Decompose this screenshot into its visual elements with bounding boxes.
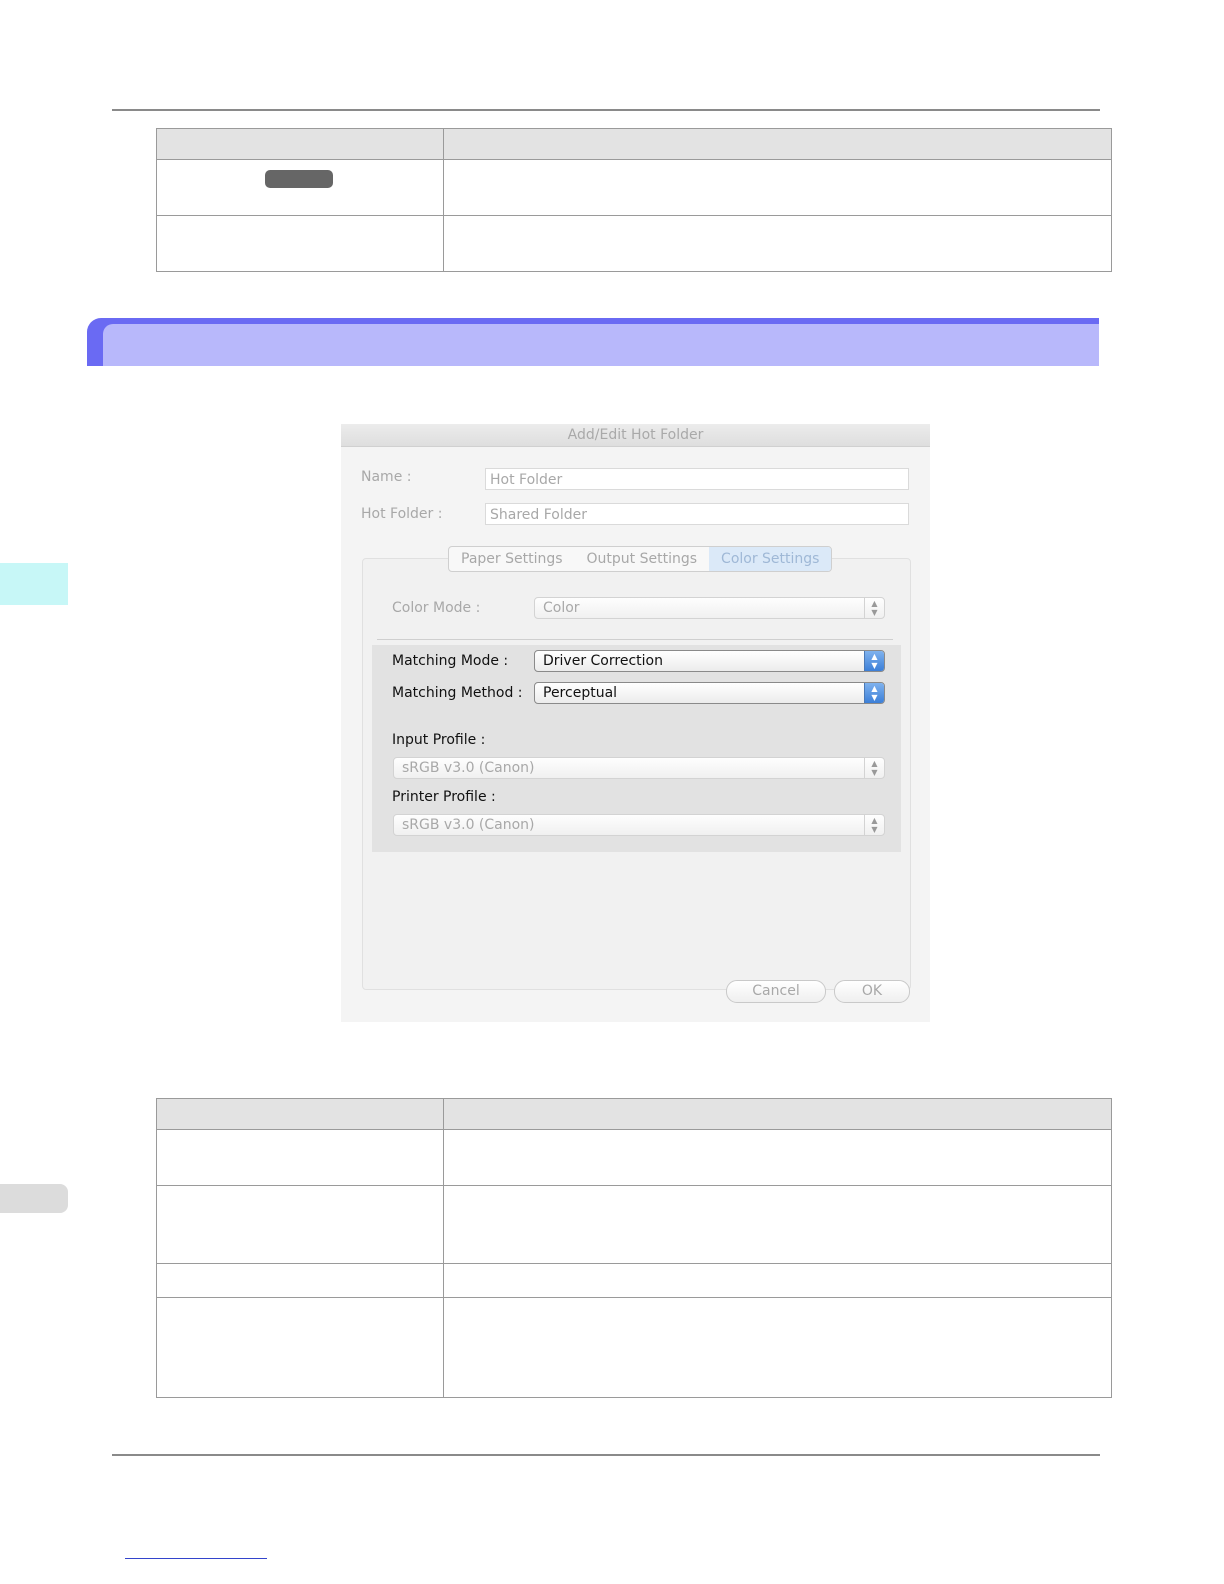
matching-method-value: Perceptual: [543, 685, 618, 701]
table-header-row: [156, 1098, 1112, 1130]
table-row: [156, 159, 1112, 216]
top-rule: [112, 109, 1100, 111]
matching-mode-label: Matching Mode :: [392, 653, 509, 669]
updown-arrows-icon: ▲ ▼: [864, 651, 884, 671]
separator: [377, 639, 893, 640]
name-label: Name :: [361, 469, 412, 485]
color-mode-label: Color Mode :: [392, 600, 481, 616]
table-header-row: [156, 128, 1112, 160]
tab-color-settings[interactable]: Color Settings: [709, 547, 832, 571]
matching-method-select[interactable]: Perceptual ▲ ▼: [534, 682, 885, 704]
matching-mode-select[interactable]: Driver Correction ▲ ▼: [534, 650, 885, 672]
hot-folder-label: Hot Folder :: [361, 506, 443, 522]
name-field[interactable]: Hot Folder: [485, 468, 909, 490]
table-row: [156, 1297, 1112, 1398]
matching-mode-value: Driver Correction: [543, 653, 663, 669]
input-profile-value: sRGB v3.0 (Canon): [402, 760, 535, 776]
cancel-button[interactable]: Cancel: [726, 980, 826, 1003]
top-table: [156, 128, 1112, 272]
button-graphic: [265, 169, 333, 188]
table-row: [156, 1185, 1112, 1264]
table-row: [156, 1263, 1112, 1298]
page-side-tab: [0, 1184, 68, 1213]
updown-arrows-icon: ▲ ▼: [864, 683, 884, 703]
printer-profile-select[interactable]: sRGB v3.0 (Canon) ▲ ▼: [393, 814, 885, 836]
bottom-table: [156, 1098, 1112, 1398]
table-row: [156, 1129, 1112, 1186]
chapter-side-tab: [0, 563, 68, 605]
hot-folder-field[interactable]: Shared Folder: [485, 503, 909, 525]
table-row: [156, 215, 1112, 272]
updown-arrows-icon: ▲ ▼: [864, 815, 884, 835]
color-mode-select[interactable]: Color ▲ ▼: [534, 597, 885, 619]
tab-paper-settings[interactable]: Paper Settings: [449, 547, 575, 571]
section-heading-banner: [87, 318, 1099, 366]
printer-profile-value: sRGB v3.0 (Canon): [402, 817, 535, 833]
updown-arrows-icon: ▲ ▼: [864, 758, 884, 778]
printer-profile-label: Printer Profile :: [392, 789, 496, 805]
updown-arrows-icon: ▲ ▼: [864, 598, 884, 618]
tab-output-settings[interactable]: Output Settings: [575, 547, 710, 571]
input-profile-label: Input Profile :: [392, 732, 486, 748]
matching-method-label: Matching Method :: [392, 685, 523, 701]
add-edit-hot-folder-dialog: Add/Edit Hot Folder Name : Hot Folder Ho…: [341, 424, 930, 1022]
input-profile-select[interactable]: sRGB v3.0 (Canon) ▲ ▼: [393, 757, 885, 779]
ok-button[interactable]: OK: [834, 980, 910, 1003]
footer-link-underline[interactable]: [125, 1558, 267, 1559]
dialog-title: Add/Edit Hot Folder: [341, 424, 930, 447]
settings-tabs: Paper Settings Output Settings Color Set…: [448, 546, 833, 572]
color-mode-value: Color: [543, 600, 580, 616]
bottom-rule: [112, 1454, 1100, 1456]
